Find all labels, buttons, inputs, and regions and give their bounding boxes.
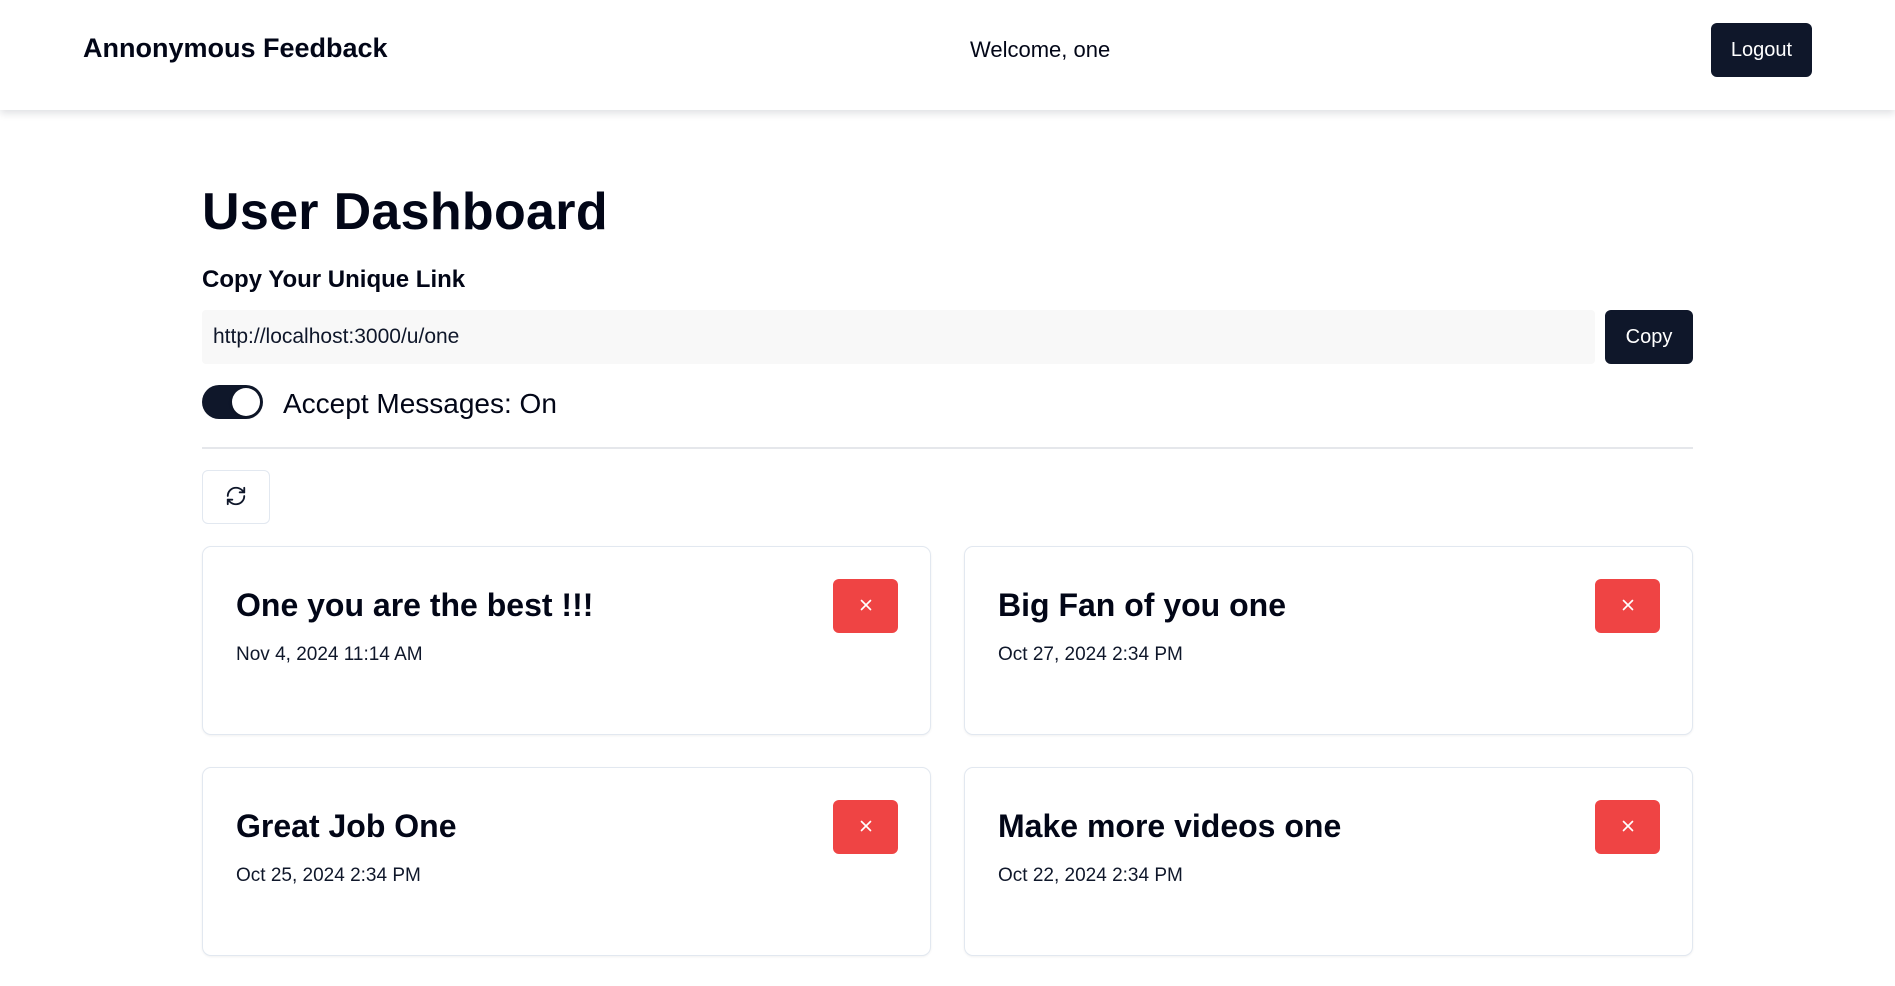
welcome-text: Welcome, one	[970, 37, 1111, 62]
refresh-icon	[225, 485, 247, 510]
message-content: Big Fan of you one	[998, 587, 1286, 623]
message-card: Big Fan of you one Oct 27, 2024 2:34 PM	[964, 546, 1693, 735]
refresh-button[interactable]	[202, 470, 270, 524]
message-card: One you are the best !!! Nov 4, 2024 11:…	[202, 546, 931, 735]
switch-knob	[232, 388, 260, 416]
message-date: Nov 4, 2024 11:14 AM	[236, 644, 423, 665]
message-content: Make more videos one	[998, 808, 1342, 844]
message-content: One you are the best !!!	[236, 587, 594, 623]
unique-link-heading: Copy Your Unique Link	[202, 266, 466, 293]
delete-message-button[interactable]	[1595, 579, 1660, 633]
message-card: Great Job One Oct 25, 2024 2:34 PM	[202, 767, 931, 956]
close-icon	[857, 596, 875, 617]
accept-messages-switch[interactable]	[202, 385, 263, 419]
delete-message-button[interactable]	[1595, 800, 1660, 854]
accept-messages-label: Accept Messages: On	[283, 388, 557, 419]
message-date: Oct 22, 2024 2:34 PM	[998, 865, 1183, 886]
message-date: Oct 25, 2024 2:34 PM	[236, 865, 421, 886]
unique-link-input[interactable]	[202, 310, 1595, 364]
delete-message-button[interactable]	[833, 800, 898, 854]
copy-button[interactable]: Copy	[1605, 310, 1693, 364]
logout-button[interactable]: Logout	[1711, 23, 1812, 77]
delete-message-button[interactable]	[833, 579, 898, 633]
separator	[202, 447, 1693, 449]
message-content: Great Job One	[236, 808, 457, 844]
message-card: Make more videos one Oct 22, 2024 2:34 P…	[964, 767, 1693, 956]
navbar: Annonymous Feedback Welcome, one Logout	[0, 0, 1895, 110]
close-icon	[1619, 596, 1637, 617]
close-icon	[1619, 817, 1637, 838]
close-icon	[857, 817, 875, 838]
page-title: User Dashboard	[202, 183, 608, 241]
message-date: Oct 27, 2024 2:34 PM	[998, 644, 1183, 665]
brand-title[interactable]: Annonymous Feedback	[83, 33, 388, 64]
